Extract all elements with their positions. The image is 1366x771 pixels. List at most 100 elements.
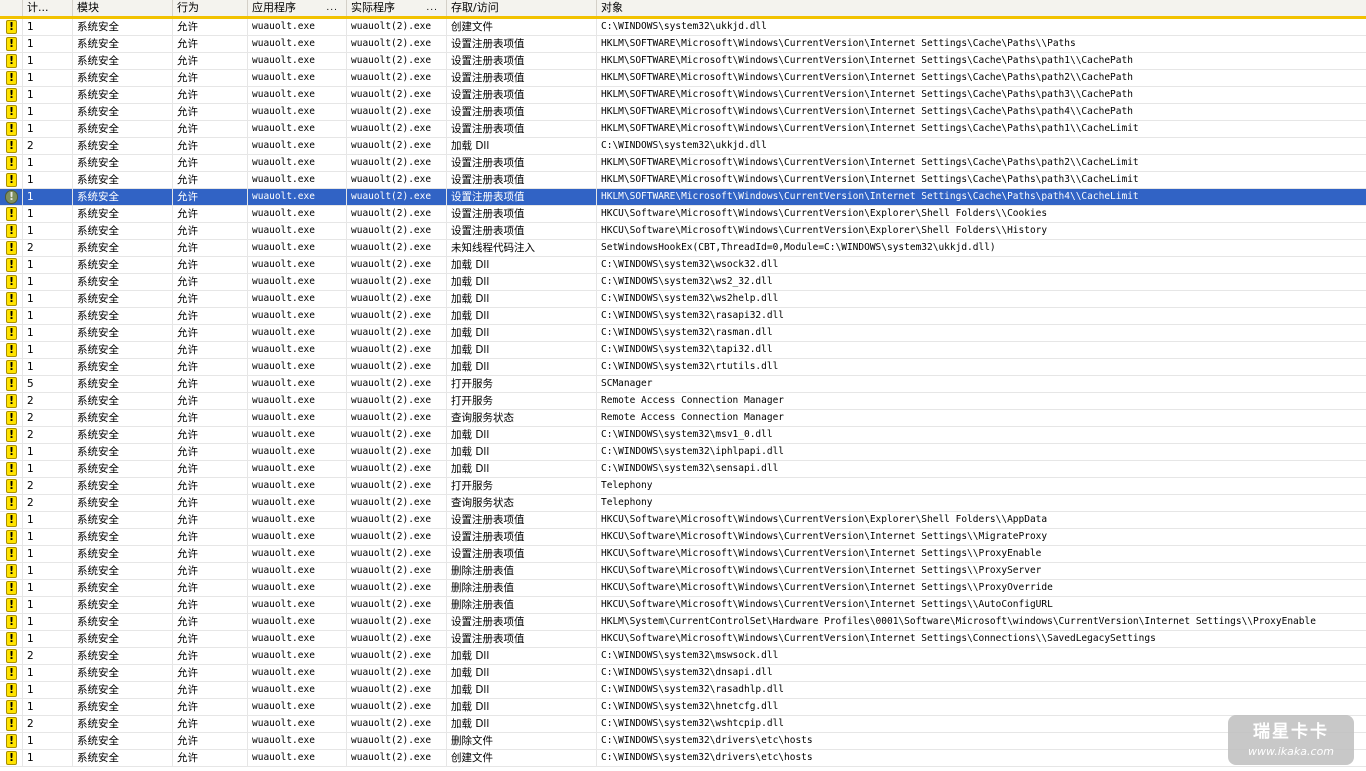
row-action: 允许 bbox=[173, 19, 248, 35]
row-action: 允许 bbox=[173, 342, 248, 358]
table-row[interactable]: ! 1 系统安全 允许 wuauolt.exe wuauolt(2).exe 设置注册表项值… bbox=[0, 189, 1366, 206]
row-module: 系统安全 bbox=[73, 716, 173, 732]
row-action: 允许 bbox=[173, 393, 248, 409]
row-access: 设置注册表项值 bbox=[447, 189, 597, 205]
row-object: HKLM\SOFTWARE\Microsoft\Windows\CurrentV… bbox=[601, 106, 1133, 117]
row-icon-cell: ! bbox=[0, 104, 23, 120]
table-row[interactable]: ! 1 系统安全 允许 wuauolt.exe wuauolt(2).exe 设置注册表项值… bbox=[0, 529, 1366, 546]
table-row[interactable]: ! 1 系统安全 允许 wuauolt.exe wuauolt(2).exe 设置注册表项值… bbox=[0, 53, 1366, 70]
row-access: 加载 Dll bbox=[447, 359, 597, 375]
table-row[interactable]: ! 1 系统安全 允许 wuauolt.exe wuauolt(2).exe 设置注册表项值… bbox=[0, 104, 1366, 121]
row-app: wuauolt.exe bbox=[248, 563, 347, 579]
table-row[interactable]: ! 1 系统安全 允许 wuauolt.exe wuauolt(2).exe 设置注册表项值… bbox=[0, 631, 1366, 648]
row-access: 设置注册表项值 bbox=[447, 87, 597, 103]
row-actual: wuauolt(2).exe bbox=[347, 325, 447, 341]
table-row[interactable]: ! 1 系统安全 允许 wuauolt.exe wuauolt(2).exe 删除注册表值 H… bbox=[0, 597, 1366, 614]
row-app: wuauolt.exe bbox=[248, 376, 347, 392]
row-object: HKCU\Software\Microsoft\Windows\CurrentV… bbox=[601, 548, 1042, 559]
row-count: 1 bbox=[23, 461, 73, 477]
row-object: HKLM\SOFTWARE\Microsoft\Windows\CurrentV… bbox=[601, 38, 1076, 49]
table-row[interactable]: ! 1 系统安全 允许 wuauolt.exe wuauolt(2).exe 加载 Dll C… bbox=[0, 461, 1366, 478]
table-row[interactable]: ! 2 系统安全 允许 wuauolt.exe wuauolt(2).exe 加载 Dll C… bbox=[0, 716, 1366, 733]
table-row[interactable]: ! 2 系统安全 允许 wuauolt.exe wuauolt(2).exe 打开服务 Tel… bbox=[0, 478, 1366, 495]
table-row[interactable]: ! 1 系统安全 允许 wuauolt.exe wuauolt(2).exe 加载 Dll C… bbox=[0, 342, 1366, 359]
row-access: 创建文件 bbox=[447, 750, 597, 766]
row-access: 设置注册表项值 bbox=[447, 206, 597, 222]
row-app: wuauolt.exe bbox=[248, 291, 347, 307]
row-access: 设置注册表项值 bbox=[447, 223, 597, 239]
log-table[interactable]: 计... 模块 行为 应用程序... 实际程序... 存取/访问 对象 ! 1 系统… bbox=[0, 0, 1366, 771]
warning-icon: ! bbox=[6, 564, 17, 578]
row-count: 1 bbox=[23, 121, 73, 137]
column-header-access[interactable]: 存取/访问 bbox=[447, 0, 597, 16]
row-access: 删除注册表值 bbox=[447, 597, 597, 613]
row-action: 允许 bbox=[173, 223, 248, 239]
column-header-object[interactable]: 对象 bbox=[597, 0, 1366, 16]
table-row[interactable]: ! 1 系统安全 允许 wuauolt.exe wuauolt(2).exe 设置注册表项值… bbox=[0, 614, 1366, 631]
row-app: wuauolt.exe bbox=[248, 206, 347, 222]
column-header-action[interactable]: 行为 bbox=[173, 0, 248, 16]
row-app: wuauolt.exe bbox=[248, 36, 347, 52]
table-row[interactable]: ! 2 系统安全 允许 wuauolt.exe wuauolt(2).exe 未知线程代码注… bbox=[0, 240, 1366, 257]
table-row[interactable]: ! 1 系统安全 允许 wuauolt.exe wuauolt(2).exe 创建文件 C:\… bbox=[0, 750, 1366, 767]
table-row[interactable]: ! 1 系统安全 允许 wuauolt.exe wuauolt(2).exe 加载 Dll C… bbox=[0, 359, 1366, 376]
table-row[interactable]: ! 1 系统安全 允许 wuauolt.exe wuauolt(2).exe 加载 Dll C… bbox=[0, 665, 1366, 682]
column-header-icon[interactable] bbox=[0, 0, 23, 16]
row-module: 系统安全 bbox=[73, 53, 173, 69]
table-row[interactable]: ! 2 系统安全 允许 wuauolt.exe wuauolt(2).exe 查询服务状态 T… bbox=[0, 495, 1366, 512]
row-actual: wuauolt(2).exe bbox=[347, 206, 447, 222]
warning-icon: ! bbox=[6, 54, 17, 68]
table-row[interactable]: ! 2 系统安全 允许 wuauolt.exe wuauolt(2).exe 查询服务状态 R… bbox=[0, 410, 1366, 427]
column-header-access-label: 存取/访问 bbox=[451, 1, 499, 14]
row-icon-cell: ! bbox=[0, 240, 23, 256]
table-row[interactable]: ! 2 系统安全 允许 wuauolt.exe wuauolt(2).exe 打开服务 Rem… bbox=[0, 393, 1366, 410]
column-header-actual[interactable]: 实际程序... bbox=[347, 0, 447, 16]
row-app: wuauolt.exe bbox=[248, 665, 347, 681]
column-header-actual-label: 实际程序 bbox=[351, 1, 395, 14]
row-icon-cell: ! bbox=[0, 206, 23, 222]
table-row[interactable]: ! 1 系统安全 允许 wuauolt.exe wuauolt(2).exe 创建文件 C:\… bbox=[0, 19, 1366, 36]
column-header-count[interactable]: 计... bbox=[23, 0, 73, 16]
table-row[interactable]: ! 1 系统安全 允许 wuauolt.exe wuauolt(2).exe 设置注册表项值… bbox=[0, 206, 1366, 223]
table-row[interactable]: ! 1 系统安全 允许 wuauolt.exe wuauolt(2).exe 加载 Dll C… bbox=[0, 444, 1366, 461]
table-row[interactable]: ! 1 系统安全 允许 wuauolt.exe wuauolt(2).exe 设置注册表项值… bbox=[0, 36, 1366, 53]
table-row[interactable]: ! 1 系统安全 允许 wuauolt.exe wuauolt(2).exe 设置注册表项值… bbox=[0, 223, 1366, 240]
row-action: 允许 bbox=[173, 53, 248, 69]
column-header-app[interactable]: 应用程序... bbox=[248, 0, 347, 16]
table-row[interactable]: ! 1 系统安全 允许 wuauolt.exe wuauolt(2).exe 删除文件 C:\… bbox=[0, 733, 1366, 750]
table-row[interactable]: ! 1 系统安全 允许 wuauolt.exe wuauolt(2).exe 设置注册表项值… bbox=[0, 172, 1366, 189]
table-row[interactable]: ! 1 系统安全 允许 wuauolt.exe wuauolt(2).exe 删除注册表值 H… bbox=[0, 563, 1366, 580]
column-header-actual-more: ... bbox=[426, 3, 438, 13]
table-row[interactable]: ! 1 系统安全 允许 wuauolt.exe wuauolt(2).exe 设置注册表项值… bbox=[0, 546, 1366, 563]
column-header-module[interactable]: 模块 bbox=[73, 0, 173, 16]
row-object: HKLM\SOFTWARE\Microsoft\Windows\CurrentV… bbox=[601, 191, 1139, 202]
table-row[interactable]: ! 1 系统安全 允许 wuauolt.exe wuauolt(2).exe 设置注册表项值… bbox=[0, 87, 1366, 104]
row-access: 设置注册表项值 bbox=[447, 104, 597, 120]
table-row[interactable]: ! 1 系统安全 允许 wuauolt.exe wuauolt(2).exe 加载 Dll C… bbox=[0, 257, 1366, 274]
row-actual: wuauolt(2).exe bbox=[347, 376, 447, 392]
row-actual: wuauolt(2).exe bbox=[347, 563, 447, 579]
row-action: 允许 bbox=[173, 240, 248, 256]
row-object: HKLM\SOFTWARE\Microsoft\Windows\CurrentV… bbox=[601, 72, 1133, 83]
table-row[interactable]: ! 1 系统安全 允许 wuauolt.exe wuauolt(2).exe 设置注册表项值… bbox=[0, 121, 1366, 138]
table-row[interactable]: ! 1 系统安全 允许 wuauolt.exe wuauolt(2).exe 删除注册表值 H… bbox=[0, 580, 1366, 597]
row-icon-cell: ! bbox=[0, 223, 23, 239]
table-row[interactable]: ! 2 系统安全 允许 wuauolt.exe wuauolt(2).exe 加载 Dll C… bbox=[0, 427, 1366, 444]
table-row[interactable]: ! 5 系统安全 允许 wuauolt.exe wuauolt(2).exe 打开服务 SCM… bbox=[0, 376, 1366, 393]
table-row[interactable]: ! 1 系统安全 允许 wuauolt.exe wuauolt(2).exe 加载 Dll C… bbox=[0, 274, 1366, 291]
table-row[interactable]: ! 1 系统安全 允许 wuauolt.exe wuauolt(2).exe 设置注册表项值… bbox=[0, 70, 1366, 87]
table-row[interactable]: ! 1 系统安全 允许 wuauolt.exe wuauolt(2).exe 加载 Dll C… bbox=[0, 308, 1366, 325]
table-row[interactable]: ! 1 系统安全 允许 wuauolt.exe wuauolt(2).exe 加载 Dll C… bbox=[0, 699, 1366, 716]
row-count: 1 bbox=[23, 580, 73, 596]
table-row[interactable]: ! 1 系统安全 允许 wuauolt.exe wuauolt(2).exe 加载 Dll C… bbox=[0, 291, 1366, 308]
row-count: 2 bbox=[23, 648, 73, 664]
table-row[interactable]: ! 1 系统安全 允许 wuauolt.exe wuauolt(2).exe 加载 Dll C… bbox=[0, 682, 1366, 699]
warning-icon: ! bbox=[6, 428, 17, 442]
row-object: HKCU\Software\Microsoft\Windows\CurrentV… bbox=[601, 208, 1048, 219]
table-row[interactable]: ! 1 系统安全 允许 wuauolt.exe wuauolt(2).exe 设置注册表项值… bbox=[0, 155, 1366, 172]
row-module: 系统安全 bbox=[73, 393, 173, 409]
table-row[interactable]: ! 1 系统安全 允许 wuauolt.exe wuauolt(2).exe 加载 Dll C… bbox=[0, 325, 1366, 342]
table-row[interactable]: ! 2 系统安全 允许 wuauolt.exe wuauolt(2).exe 加载 Dll C… bbox=[0, 648, 1366, 665]
table-row[interactable]: ! 1 系统安全 允许 wuauolt.exe wuauolt(2).exe 设置注册表项值… bbox=[0, 512, 1366, 529]
table-row[interactable]: ! 2 系统安全 允许 wuauolt.exe wuauolt(2).exe 加载 Dll C… bbox=[0, 138, 1366, 155]
